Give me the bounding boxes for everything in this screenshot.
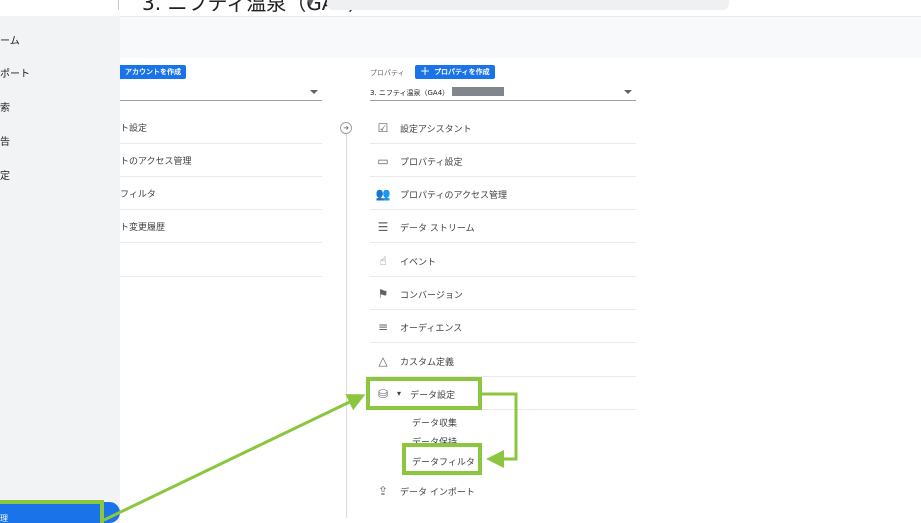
sidebar-item-advertising[interactable]: 告 xyxy=(0,133,10,148)
conversions-item[interactable]: ⚑ コンバージョン xyxy=(370,277,636,310)
sidebar-item-reports[interactable]: ポート xyxy=(0,65,30,80)
flag-icon: ⚑ xyxy=(377,287,389,301)
audiences-item[interactable]: ≡ オーディエンス xyxy=(370,310,636,343)
chevron-down-icon[interactable]: ▼ xyxy=(307,0,314,8)
item-label: データ ストリーム xyxy=(400,224,475,234)
setup-assistant-item[interactable]: ☑ 設定アシスタント xyxy=(370,111,636,144)
account-change-history-item[interactable]: ト変更履歴 xyxy=(120,210,322,243)
account-list-end xyxy=(120,243,322,277)
annotation-highlight-data-settings xyxy=(366,377,482,410)
property-select-value: 3. ニフティ温泉（GA4） xyxy=(370,89,450,97)
create-account-button[interactable]: アカウントを作成 xyxy=(120,65,186,79)
arrow-right-circle-icon[interactable]: ➔ xyxy=(340,122,352,134)
custom-definitions-item[interactable]: △ カスタム定義 xyxy=(370,344,636,377)
window-icon: ▭ xyxy=(377,154,389,168)
top-bar: 3. ニフティ温泉（GA4） ▼ xyxy=(0,0,921,16)
dropdown-arrow-icon xyxy=(624,90,632,94)
property-settings-item[interactable]: ▭ プロパティ設定 xyxy=(370,144,636,177)
item-label: コンバージョン xyxy=(400,291,463,301)
account-access-management-item[interactable]: トのアクセス管理 xyxy=(120,144,322,177)
create-property-button[interactable]: + プロパティを作成 xyxy=(415,65,495,79)
item-label: ト設定 xyxy=(120,124,148,134)
dropdown-arrow-icon xyxy=(310,90,318,94)
annotation-arrow xyxy=(103,394,366,522)
redacted-block xyxy=(452,87,504,96)
admin-header-bar xyxy=(0,16,921,58)
property-access-management-item[interactable]: 👥 プロパティのアクセス管理 xyxy=(370,177,636,210)
sidebar-item-home[interactable]: ーム xyxy=(0,32,20,47)
plus-icon: + xyxy=(420,64,431,78)
sidebar: ーム ポート 索 告 定 理 xyxy=(0,16,120,523)
events-item[interactable]: ☝ イベント xyxy=(370,244,636,277)
audience-icon: ≡ xyxy=(377,320,389,334)
annotation-highlight-data-filters xyxy=(402,443,482,475)
streams-icon: ☰ xyxy=(377,220,389,234)
item-label: トのアクセス管理 xyxy=(120,157,192,167)
shapes-icon: △ xyxy=(378,354,388,368)
item-label: フィルタ xyxy=(120,190,156,200)
property-select[interactable]: 3. ニフティ温泉（GA4） xyxy=(370,87,636,101)
account-select[interactable] xyxy=(120,87,322,101)
button-label: アカウントを作成 xyxy=(125,68,181,76)
people-icon: 👥 xyxy=(375,187,391,201)
touch-icon: ☝ xyxy=(379,254,387,268)
property-section-label: プロパティ xyxy=(370,69,405,77)
item-label: プロパティのアクセス管理 xyxy=(400,191,508,201)
item-label: プロパティ設定 xyxy=(400,158,463,168)
data-import-item[interactable]: ⇪ データ インポート xyxy=(370,474,636,507)
all-filters-item[interactable]: フィルタ xyxy=(120,177,322,210)
sidebar-item-explore[interactable]: 索 xyxy=(0,99,10,114)
divider xyxy=(118,0,119,10)
item-label: イベント xyxy=(400,258,437,268)
data-collection-item[interactable]: データ収集 xyxy=(412,416,457,429)
item-label: カスタム定義 xyxy=(400,358,455,368)
account-settings-item[interactable]: ト設定 xyxy=(120,111,322,144)
sidebar-item-configure[interactable]: 定 xyxy=(0,167,10,182)
item-label: データ インポート xyxy=(400,488,475,498)
search-input[interactable] xyxy=(327,0,729,10)
item-label: 設定アシスタント xyxy=(400,125,472,135)
button-label: プロパティを作成 xyxy=(434,68,490,76)
data-streams-item[interactable]: ☰ データ ストリーム xyxy=(370,210,636,243)
item-label: ト変更履歴 xyxy=(120,223,166,233)
item-label: オーディエンス xyxy=(400,324,463,334)
checkbox-icon: ☑ xyxy=(377,121,389,135)
annotation-highlight-admin xyxy=(0,500,104,523)
column-divider xyxy=(346,130,347,518)
upload-icon: ⇪ xyxy=(377,484,389,498)
